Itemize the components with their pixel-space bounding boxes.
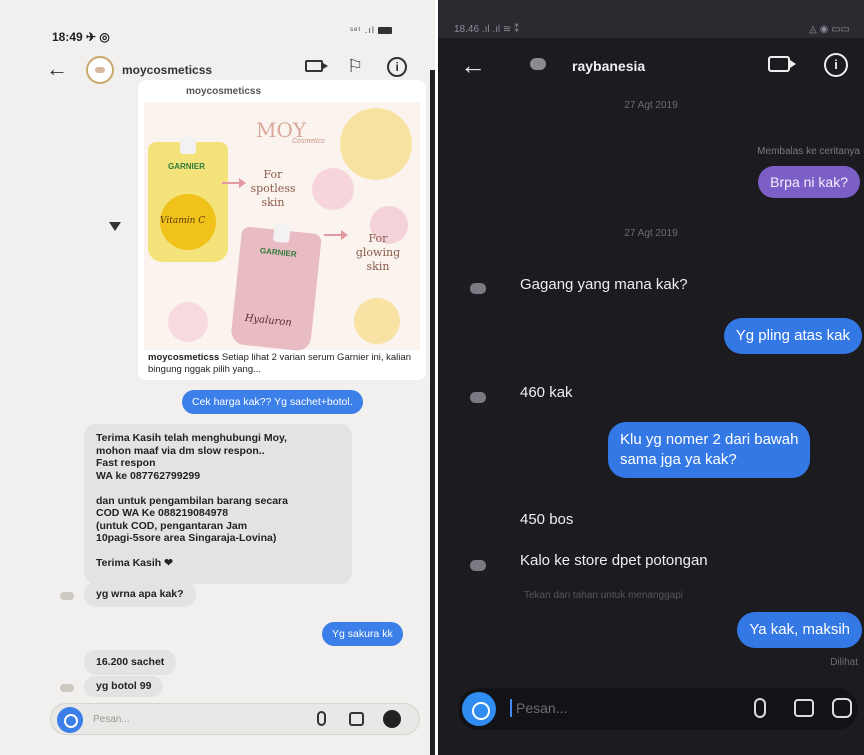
gallery-icon[interactable] bbox=[794, 699, 814, 717]
message-sent[interactable]: Yg sakura kk bbox=[322, 622, 403, 646]
microphone-icon[interactable] bbox=[317, 711, 326, 726]
right-status-time: 18.46 .ıl .ıl ≋ ⁑ bbox=[454, 24, 520, 35]
message-sent[interactable]: Ya kak, maksih bbox=[737, 612, 862, 648]
info-icon[interactable]: i bbox=[824, 53, 848, 77]
left-header-actions: ⚐ i bbox=[305, 57, 408, 77]
camera-icon[interactable] bbox=[462, 692, 496, 726]
right-phone-screenshot: 18.46 .ıl .ıl ≋ ⁑ ◬ ◉ ▭▭ ← raybanesia i … bbox=[438, 0, 864, 755]
arrow-decoration bbox=[222, 178, 246, 188]
product2-name: Hyaluron bbox=[244, 312, 293, 329]
divider bbox=[430, 70, 435, 755]
video-call-icon[interactable] bbox=[768, 56, 796, 72]
video-call-icon[interactable] bbox=[305, 60, 328, 72]
flower-decoration bbox=[312, 168, 354, 210]
chat-username[interactable]: moycosmeticss bbox=[122, 63, 212, 77]
lemon-decoration bbox=[340, 108, 412, 180]
arrow-decoration bbox=[324, 230, 348, 240]
brand-subtitle: Cosmetics bbox=[292, 138, 325, 145]
message-sent[interactable]: Cek harga kak?? Yg sachet+botol. bbox=[182, 390, 363, 414]
right-status-icons: ◬ ◉ ▭▭ bbox=[809, 24, 850, 35]
product2-caption: For glowing skin bbox=[355, 232, 401, 273]
message-sent-reply[interactable]: Brpa ni kak? bbox=[758, 166, 860, 198]
product1-brand: GARNIER bbox=[168, 162, 205, 171]
back-arrow-icon[interactable]: ← bbox=[46, 56, 68, 82]
message-input-placeholder[interactable]: Pesan... bbox=[93, 714, 130, 725]
chat-username[interactable]: raybanesia bbox=[572, 58, 645, 74]
sender-avatar bbox=[60, 684, 74, 692]
post-image: MOY Cosmetics GARNIER Vitamin C For spot… bbox=[144, 102, 420, 352]
flower-decoration bbox=[168, 302, 208, 342]
reply-indicator-icon bbox=[109, 222, 121, 231]
post-caption: moycosmeticss Setiap lihat 2 varian seru… bbox=[148, 352, 418, 376]
left-signal-text: ˢᵉᵗ .ıl bbox=[350, 25, 375, 35]
lemon-decoration bbox=[354, 298, 400, 344]
avatar[interactable] bbox=[530, 58, 546, 70]
product2-brand: GARNIER bbox=[259, 246, 298, 259]
vitamin-c-product: GARNIER Vitamin C bbox=[148, 136, 228, 262]
message-received[interactable]: Gagang yang mana kak? bbox=[520, 276, 688, 293]
long-press-hint: Tekan dan tahan untuk menanggapi bbox=[524, 590, 684, 601]
message-sent[interactable]: Yg pling atas kak bbox=[723, 318, 862, 354]
message-received[interactable]: 450 bos bbox=[520, 511, 573, 528]
message-received[interactable]: yg botol 99 bbox=[84, 676, 164, 697]
message-received[interactable]: 460 kak bbox=[520, 384, 573, 401]
shared-post-card[interactable]: moycosmeticss MOY Cosmetics GARNIER Vita… bbox=[138, 80, 426, 380]
battery-icon bbox=[377, 27, 392, 35]
message-received[interactable]: yg wrna apa kak? bbox=[84, 582, 196, 607]
sticker-icon[interactable] bbox=[383, 710, 401, 728]
reply-note: Membalas ke ceritanya bbox=[757, 146, 860, 157]
left-status-signal: ˢᵉᵗ .ıl bbox=[350, 25, 392, 35]
product-cap bbox=[180, 136, 196, 154]
date-separator: 27 Agt 2019 bbox=[624, 100, 678, 111]
back-arrow-icon[interactable]: ← bbox=[460, 50, 486, 81]
message-received[interactable]: Terima Kasih telah menghubungi Moy, moho… bbox=[84, 424, 352, 584]
message-received[interactable]: Kalo ke store dpet potongan bbox=[520, 552, 708, 569]
post-username: moycosmeticss bbox=[186, 86, 262, 97]
sender-avatar bbox=[60, 592, 74, 600]
caption-username: moycosmeticss bbox=[148, 352, 220, 363]
sender-avatar bbox=[470, 560, 486, 571]
message-input[interactable]: Pesan... bbox=[50, 703, 420, 735]
message-input[interactable]: Pesan... bbox=[458, 688, 858, 730]
product1-caption: For spotless skin bbox=[250, 168, 296, 209]
left-phone-screenshot: 18:49 ✈ ◎ ˢᵉᵗ .ıl ← moycosmeticss ⚐ i mo… bbox=[0, 0, 435, 755]
status-bar: 18.46 .ıl .ıl ≋ ⁑ ◬ ◉ ▭▭ bbox=[438, 0, 864, 38]
flag-icon[interactable]: ⚐ bbox=[347, 57, 363, 77]
product-cap bbox=[272, 223, 291, 244]
gallery-icon[interactable] bbox=[349, 712, 364, 726]
info-icon[interactable]: i bbox=[387, 57, 408, 77]
message-received[interactable]: 16.200 sachet bbox=[84, 650, 177, 675]
microphone-icon[interactable] bbox=[754, 698, 766, 718]
left-status-time: 18:49 ✈ ◎ bbox=[52, 30, 110, 44]
message-sent[interactable]: Klu yg nomer 2 dari bawah sama jga ya ka… bbox=[608, 422, 811, 478]
avatar[interactable] bbox=[86, 56, 114, 84]
date-separator: 27 Agt 2019 bbox=[624, 228, 678, 239]
sender-avatar bbox=[470, 392, 486, 403]
message-input-placeholder[interactable]: Pesan... bbox=[509, 699, 567, 717]
camera-icon[interactable] bbox=[57, 707, 83, 733]
seen-indicator: Dilihat bbox=[830, 657, 858, 668]
product1-name: Vitamin C bbox=[160, 216, 206, 226]
hyaluron-product: GARNIER Hyaluron bbox=[230, 223, 322, 352]
sticker-icon[interactable] bbox=[832, 698, 852, 718]
sender-avatar bbox=[470, 283, 486, 294]
